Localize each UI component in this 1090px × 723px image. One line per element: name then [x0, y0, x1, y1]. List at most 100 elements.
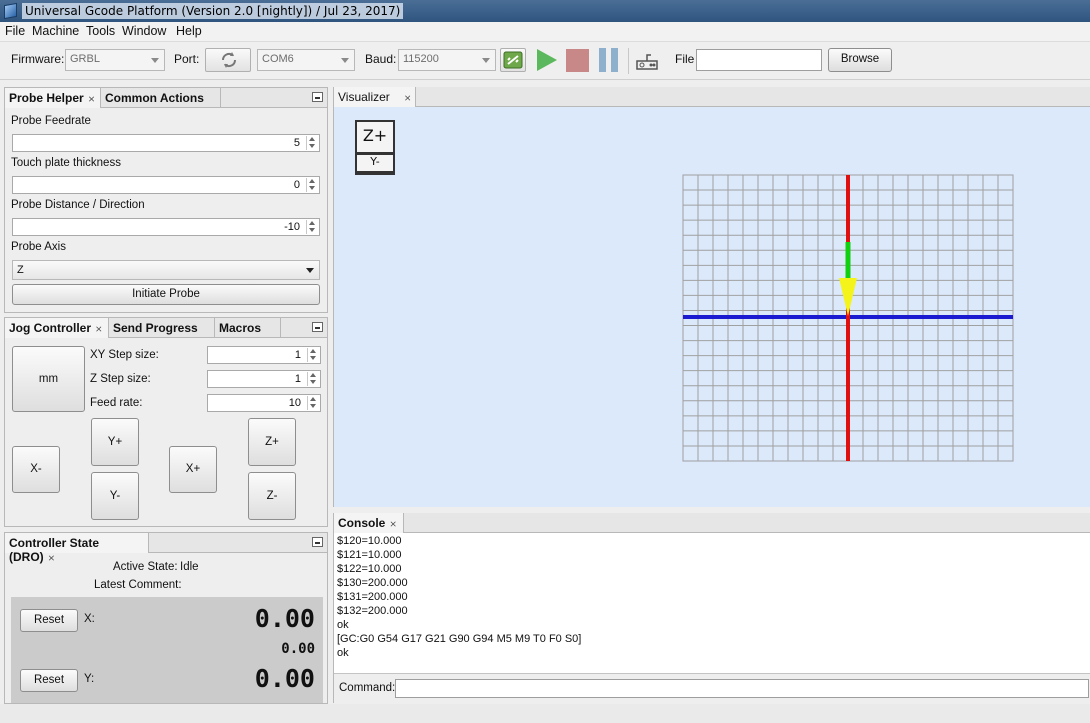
menu-file[interactable]: File — [5, 24, 25, 38]
play-icon[interactable] — [535, 47, 559, 73]
dro-panel: Controller State (DRO) ⨯ Active State: Id… — [4, 532, 328, 704]
jog-x-minus-button[interactable]: X- — [12, 446, 60, 493]
refresh-icon — [221, 52, 237, 68]
menu-help[interactable]: Help — [176, 24, 202, 38]
view-cube-top[interactable]: Z+ — [357, 122, 393, 152]
visualizer-tabbar: Visualizer ⨯ — [334, 87, 1090, 107]
spinner-value: 0 — [293, 179, 300, 191]
probe-distance-spinner[interactable]: -10 — [12, 218, 320, 236]
toolbar: Firmware: GRBL Port: COM6 Baud: 115200 F… — [0, 42, 1090, 80]
file-path-input[interactable] — [696, 49, 822, 71]
console-panel: Console ⨯ $120=10.000 $121=10.000 $122=10… — [333, 513, 1090, 703]
console-line: ok — [337, 619, 349, 631]
pause-icon[interactable] — [597, 47, 621, 73]
jog-y-minus-button[interactable]: Y- — [91, 472, 139, 520]
jog-controller-panel: Jog Controller ⨯ Send Progress Macros mm … — [4, 317, 328, 527]
toolbar-separator — [628, 48, 629, 74]
console-line: $131=200.000 — [337, 591, 408, 603]
initiate-probe-button[interactable]: Initiate Probe — [12, 284, 320, 305]
minimize-icon[interactable] — [312, 92, 323, 102]
menu-window[interactable]: Window — [122, 24, 166, 38]
close-icon[interactable]: ⨯ — [389, 519, 397, 529]
close-icon[interactable]: ⨯ — [88, 94, 96, 104]
port-value: COM6 — [262, 53, 294, 65]
reset-x-button[interactable]: Reset — [20, 609, 78, 632]
touch-plate-spinner[interactable]: 0 — [12, 176, 320, 194]
spinner-value: 5 — [293, 137, 300, 149]
spinner-value: 1 — [294, 349, 301, 361]
tab-send-progress[interactable]: Send Progress — [109, 318, 215, 338]
tab-jog-controller[interactable]: Jog Controller ⨯ — [5, 318, 109, 338]
tab-console[interactable]: Console ⨯ — [334, 513, 404, 533]
menu-machine[interactable]: Machine — [32, 24, 79, 38]
visualizer-canvas[interactable]: Z+ Y- — [334, 107, 1090, 507]
spinner-value: -10 — [284, 221, 300, 233]
tab-common-actions[interactable]: Common Actions — [101, 88, 221, 108]
status-bar — [0, 704, 1090, 723]
console-output[interactable]: $120=10.000 $121=10.000 $122=10.000 $130… — [334, 533, 1090, 673]
console-tabbar: Console ⨯ — [334, 513, 1090, 533]
spinner-arrows-icon[interactable] — [306, 136, 318, 150]
firmware-select[interactable]: GRBL — [65, 49, 165, 71]
console-line: $120=10.000 — [337, 535, 402, 547]
minimize-icon[interactable] — [312, 537, 323, 547]
visualizer-panel: Visualizer ⨯ Z+ Y- — [333, 87, 1090, 507]
probe-helper-panel: Probe Helper ⨯ Common Actions Probe Feedr… — [4, 87, 328, 313]
console-line: $121=10.000 — [337, 549, 402, 561]
close-icon[interactable]: ⨯ — [48, 553, 56, 563]
menu-tools[interactable]: Tools — [86, 24, 115, 38]
spinner-arrows-icon[interactable] — [307, 372, 319, 386]
jog-x-plus-button[interactable]: X+ — [169, 446, 217, 493]
tab-label: Macros — [219, 321, 262, 335]
chevron-down-icon — [151, 58, 159, 63]
jog-z-minus-button[interactable]: Z- — [248, 472, 296, 520]
y-axis-label: Y: — [84, 673, 95, 685]
tab-probe-helper[interactable]: Probe Helper ⨯ — [5, 88, 101, 108]
view-cube-front[interactable]: Y- — [357, 155, 393, 171]
close-icon[interactable]: ⨯ — [95, 324, 103, 334]
spinner-value: 1 — [294, 373, 301, 385]
z-step-label: Z Step size: — [90, 373, 151, 385]
probe-distance-label: Probe Distance / Direction — [11, 199, 145, 211]
app-icon — [4, 2, 17, 20]
jog-z-plus-button[interactable]: Z+ — [248, 418, 296, 466]
spinner-arrows-icon[interactable] — [307, 396, 319, 410]
refresh-ports-button[interactable] — [205, 48, 251, 72]
browse-button[interactable]: Browse — [828, 48, 892, 72]
xy-step-spinner[interactable]: 1 — [207, 346, 321, 364]
feed-rate-spinner[interactable]: 10 — [207, 394, 321, 412]
console-line: $130=200.000 — [337, 577, 408, 589]
plug-connect-icon — [503, 51, 523, 69]
spinner-arrows-icon[interactable] — [306, 178, 318, 192]
firmware-label: Firmware: — [11, 52, 65, 66]
touch-plate-label: Touch plate thickness — [11, 157, 121, 169]
tab-label: Visualizer — [338, 90, 390, 104]
dro-tabbar: Controller State (DRO) ⨯ — [5, 533, 327, 564]
probe-axis-select[interactable]: Z — [12, 260, 320, 280]
probe-feedrate-spinner[interactable]: 5 — [12, 134, 320, 152]
x-machine-position: 0.00 — [281, 641, 315, 657]
spinner-arrows-icon[interactable] — [306, 220, 318, 234]
spinner-arrows-icon[interactable] — [307, 348, 319, 362]
command-input[interactable] — [395, 679, 1089, 698]
file-label: File — [675, 52, 695, 66]
tab-macros[interactable]: Macros — [215, 318, 281, 338]
active-state-label: Active State: — [113, 561, 178, 573]
reset-y-button[interactable]: Reset — [20, 669, 78, 692]
unit-toggle-button[interactable]: mm — [12, 346, 85, 412]
stop-icon[interactable] — [565, 48, 590, 73]
connect-button[interactable] — [500, 48, 526, 72]
jog-y-plus-button[interactable]: Y+ — [91, 418, 139, 466]
gamepad-icon[interactable] — [634, 50, 660, 72]
close-icon[interactable]: ⨯ — [404, 93, 412, 103]
tab-controller-state[interactable]: Controller State (DRO) ⨯ — [5, 533, 149, 564]
spinner-value: 10 — [288, 397, 301, 409]
minimize-icon[interactable] — [312, 322, 323, 332]
baud-select[interactable]: 115200 — [398, 49, 496, 71]
tab-label: Console — [338, 516, 386, 530]
x-axis-label: X: — [84, 613, 95, 625]
tab-visualizer[interactable]: Visualizer ⨯ — [334, 87, 416, 107]
z-step-spinner[interactable]: 1 — [207, 370, 321, 388]
port-select[interactable]: COM6 — [257, 49, 355, 71]
view-cube[interactable]: Z+ Y- — [355, 120, 395, 175]
